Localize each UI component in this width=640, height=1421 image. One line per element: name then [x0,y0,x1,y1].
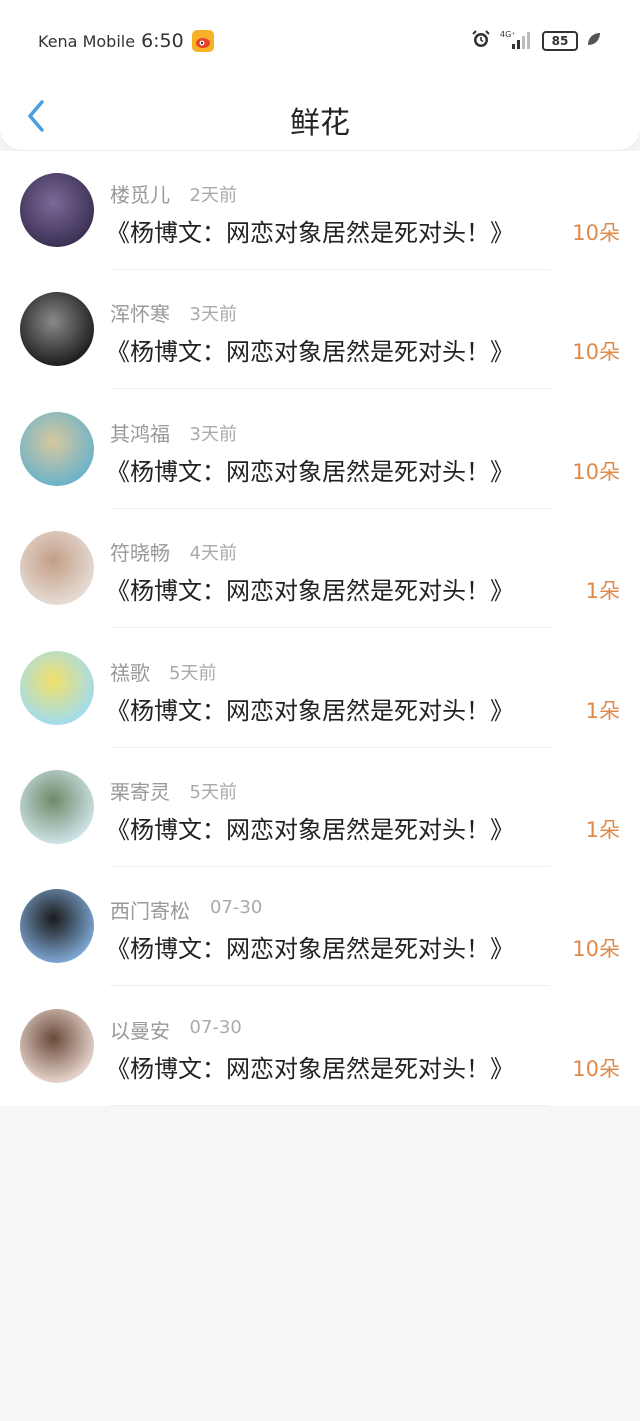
user-name[interactable]: 其鸿福 [110,418,170,447]
book-title[interactable]: 《杨博文：网恋对象居然是死对头！》 [106,810,514,845]
avatar[interactable] [20,770,94,844]
flower-count: 10朵 [572,937,620,962]
status-bar: Kena Mobile 6:50 4G⁺ 85 [38,26,602,56]
status-right: 4G⁺ 85 [470,28,602,54]
list-item[interactable]: 以曼安 07-30 《杨博文：网恋对象居然是死对头！》 10朵 [0,987,640,1106]
list-item[interactable]: 浑怀寒 3天前《杨博文：网恋对象居然是死对头！》 10朵 [0,270,640,390]
header: Kena Mobile 6:50 4G⁺ 85 鲜花 [0,0,640,150]
carrier-name: Kena Mobile [38,31,136,51]
avatar[interactable] [20,650,94,725]
clock: 6:50 [141,30,184,52]
avatar[interactable] [20,531,94,606]
avatar[interactable] [20,1008,94,1083]
time-ago: 5天前 [189,782,237,803]
flower-count: 10朵 [572,221,620,245]
book-title[interactable]: 《杨博文：网恋对象居然是死对头！》 [106,213,514,248]
user-name[interactable]: 栗寄灵 [110,776,170,805]
time-ago: 3天前 [189,423,237,445]
time-ago: 2天前 [189,185,237,206]
flower-count: 1朵 [585,579,620,604]
network-label: 4G⁺ [500,30,516,39]
divider [110,1104,550,1106]
list-item[interactable]: 其鸿福 3天前《杨博文：网恋对象居然是死对头！》 10朵 [0,390,640,509]
time-ago: 07-30 [210,897,263,919]
alarm-icon [470,28,492,54]
avatar[interactable] [20,889,94,964]
time-ago: 07-30 [189,1016,242,1038]
list-item[interactable]: 禚歌 5天前《杨博文：网恋对象居然是死对头！》 1朵 [0,629,640,748]
flower-count: 10朵 [572,459,620,484]
user-name[interactable]: 符晓畅 [110,537,170,566]
book-title[interactable]: 《杨博文：网恋对象居然是死对头！》 [106,929,514,964]
book-title[interactable]: 《杨博文：网恋对象居然是死对头！》 [106,332,514,367]
avatar[interactable] [20,411,94,486]
avatar[interactable] [20,173,94,247]
avatar[interactable] [20,292,94,367]
book-title[interactable]: 《杨博文：网恋对象居然是死对头！》 [106,571,514,606]
user-name[interactable]: 禚歌 [110,657,150,686]
nav-bar: 鲜花 [0,90,640,142]
list-item[interactable]: 符晓畅 4天前《杨博文：网恋对象居然是死对头！》 1朵 [0,509,640,629]
time-ago: 4天前 [189,543,237,565]
flower-count: 10朵 [572,1056,620,1081]
leaf-icon [586,31,602,51]
signal-icon: 4G⁺ [500,28,534,54]
user-name[interactable]: 以曼安 [110,1015,170,1044]
flower-count: 10朵 [572,340,620,365]
user-name[interactable]: 浑怀寒 [110,298,170,327]
flower-list: 楼觅儿 2天前 《杨博文：网恋对象居然是死对头！》 10朵 浑怀寒 3天前 《杨博文：网恋对… [0,151,640,1106]
list-item[interactable]: 栗寄灵 5天前《杨博文：网恋对象居然是死对头！》 1朵 [0,748,640,867]
battery-level: 85 [542,31,578,51]
book-title[interactable]: 《杨博文：网恋对象居然是死对头！》 [106,452,514,487]
page-title: 鲜花 [290,106,350,141]
book-title[interactable]: 《杨博文：网恋对象居然是死对头！》 [106,691,514,726]
book-title[interactable]: 《杨博文：网恋对象居然是死对头！》 [106,1049,514,1084]
weibo-icon [191,30,214,52]
status-left: Kena Mobile 6:50 [38,30,214,52]
user-name[interactable]: 楼觅儿 [110,179,170,208]
time-ago: 5天前 [169,662,217,684]
time-ago: 3天前 [189,304,237,326]
list-item[interactable]: 楼觅儿 2天前《杨博文：网恋对象居然是死对头！》 10朵 [0,151,640,270]
flower-count: 1朵 [585,698,620,723]
list-item[interactable]: 西门寄松 07-30 《杨博文：网恋对象居然是死对头！》 10朵 [0,867,640,987]
flower-count: 1朵 [585,818,620,842]
user-name[interactable]: 西门寄松 [110,895,190,924]
